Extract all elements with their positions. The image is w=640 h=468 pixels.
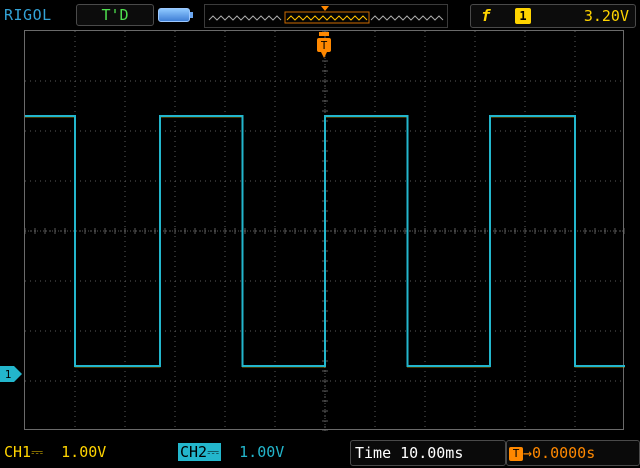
bottom-status-bar: CH1⎓ 1.00V CH2⎓ 1.00V Time 10.00ms T →0.0… [0,434,640,468]
ch2-trace [25,115,625,367]
channel-marker-icon: 1 [0,366,22,382]
brand-logo: RIGOL [4,6,52,24]
ch2-scale: 1.00V [239,443,285,461]
ch2-scale-readout[interactable]: CH2⎓ 1.00V [178,440,328,464]
trigger-position-marker[interactable]: T [315,32,333,66]
ch2-label: CH2 [180,443,208,461]
trigger-level: 3.20V [583,7,629,25]
trigger-status-badge: T'D [76,4,154,26]
rising-edge-icon: f [481,6,491,25]
timebase-readout[interactable]: Time 10.00ms [350,440,506,466]
time-label: Time [355,444,392,462]
time-value: 10.00ms [400,444,464,462]
channel-ground-marker[interactable]: 1 [0,365,24,387]
waveform-display[interactable] [24,30,625,431]
waveform-plot [25,31,625,431]
svg-text:T: T [321,39,328,52]
trigger-source-badge: 1 [515,8,531,24]
svg-text:1: 1 [5,368,12,381]
battery-icon [158,8,193,22]
ch1-scale: 1.00V [61,443,107,461]
trigger-marker-icon: T [317,32,331,58]
memory-waveform-icon [208,6,444,24]
memory-depth-indicator [204,4,448,28]
top-status-bar: RIGOL T'D f 1 3.20V [0,0,640,30]
trigger-offset-icon: T [509,446,523,461]
ch1-coupling-icon: ⎓ [31,443,44,461]
ch1-scale-readout[interactable]: CH1⎓ 1.00V [4,440,164,464]
trigger-offset-value: →0.0000s [523,444,596,462]
trigger-offset-readout[interactable]: T →0.0000s [506,440,640,466]
trigger-settings[interactable]: f 1 3.20V [470,4,636,28]
ch1-label: CH1 [4,443,32,461]
ch2-coupling-icon: ⎓ [207,443,220,461]
